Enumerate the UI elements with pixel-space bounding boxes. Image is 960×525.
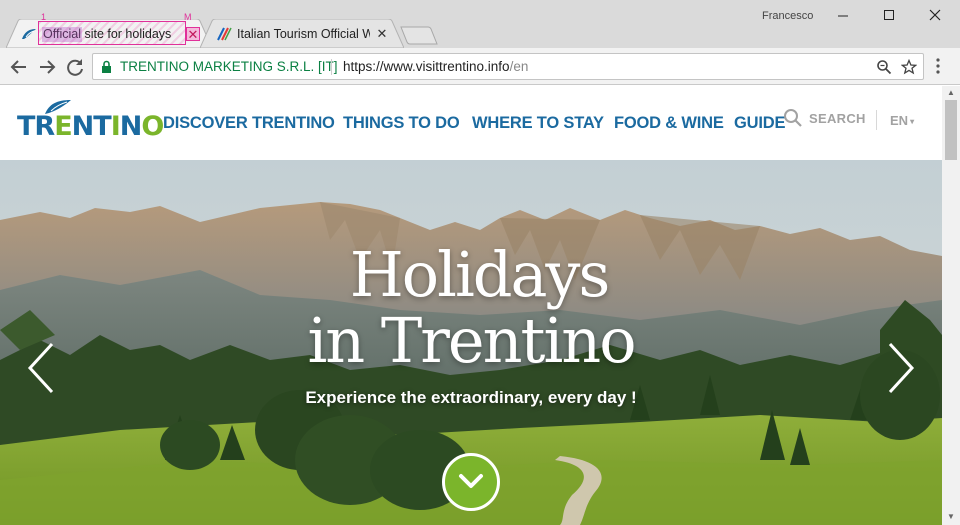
search-label: SEARCH (809, 111, 866, 126)
nav-food-wine[interactable]: FOOD & WINE (614, 114, 724, 133)
scroll-up-arrow-icon[interactable]: ▲ (947, 88, 955, 97)
logo-letter: N (71, 111, 95, 142)
new-tab-button[interactable] (400, 26, 438, 45)
scrollbar-thumb[interactable] (945, 100, 957, 160)
address-separator (331, 59, 332, 75)
chevron-left-icon[interactable] (26, 340, 56, 396)
italia-favicon-icon (217, 27, 232, 41)
word-highlight (42, 27, 82, 42)
logo-letter: T (17, 111, 35, 142)
hero-slider: Holidays in Trentino Experience the extr… (0, 160, 942, 525)
site-identity[interactable]: TRENTINO MARKETING S.R.L. [IT] (120, 59, 338, 74)
hero-title-line2: in Trentino (307, 304, 636, 377)
nav-guide[interactable]: GUIDE (734, 114, 785, 133)
search-button[interactable]: SEARCH (783, 108, 865, 133)
lock-icon (102, 60, 111, 73)
reload-icon[interactable] (64, 56, 86, 78)
url-text[interactable]: https://www.visittrentino.info/en (343, 59, 528, 74)
chevron-right-icon[interactable] (886, 340, 916, 396)
chevron-down-icon (459, 474, 483, 488)
close-window-button[interactable] (912, 0, 958, 30)
search-icon (784, 109, 802, 127)
hero-subtitle: Experience the extraordinary, every day … (305, 388, 637, 407)
minimize-icon (838, 15, 848, 17)
address-bar[interactable]: TRENTINO MARKETING S.R.L. [IT] https://w… (92, 53, 924, 80)
bookmark-star-icon[interactable] (901, 59, 917, 75)
maximize-button[interactable] (866, 0, 912, 30)
logo-letter: E (54, 111, 72, 142)
page-scrollbar[interactable]: ▲ ▼ (942, 86, 960, 525)
url-path: /en (509, 59, 529, 74)
tab-italia[interactable]: Italian Tourism Official We ✕ (200, 19, 404, 48)
hero-title-line1: Holidays (349, 238, 611, 311)
forward-arrow-icon[interactable] (36, 56, 58, 78)
maximize-icon (884, 10, 894, 20)
tab-close-icon[interactable]: ✕ (186, 27, 200, 42)
url-host: https://www.visittrentino.info (343, 59, 510, 74)
scroll-down-arrow-icon[interactable]: ▼ (947, 512, 955, 521)
language-selector[interactable]: EN ▾ (890, 113, 914, 128)
profile-name[interactable]: Francesco (762, 10, 813, 22)
more-menu-icon[interactable] (936, 58, 940, 74)
web-page: TRENTINO DISCOVER TRENTINO THINGS TO DO … (0, 86, 942, 525)
automation-badge-right: M (184, 12, 192, 22)
trentino-logo[interactable]: TRENTINO (17, 98, 164, 146)
logo-text: TRENTINO (17, 111, 164, 142)
tab-close-icon[interactable]: ✕ (375, 27, 389, 41)
close-icon (929, 9, 941, 21)
tab-visittrentino[interactable]: 1 M Official site for holidays i ✕ (6, 12, 212, 48)
logo-letter: I (110, 111, 121, 142)
logo-letter: T (93, 111, 111, 142)
nav-discover-trentino[interactable]: DISCOVER TRENTINO (163, 114, 335, 133)
browser-titlebar: 1 M Official site for holidays i ✕ Itali… (0, 0, 960, 48)
nav-things-to-do[interactable]: THINGS TO DO (343, 114, 460, 133)
browser-toolbar: TRENTINO MARKETING S.R.L. [IT] https://w… (0, 48, 960, 85)
site-header: TRENTINO DISCOVER TRENTINO THINGS TO DO … (0, 86, 942, 160)
trentino-favicon-icon (22, 29, 36, 39)
logo-letter: N (119, 111, 143, 142)
zoom-icon[interactable] (876, 59, 892, 75)
language-code: EN (890, 113, 909, 128)
logo-letter: R (34, 111, 55, 142)
logo-letter: O (141, 111, 164, 142)
tab-title: Italian Tourism Official We (237, 27, 370, 41)
back-arrow-icon[interactable] (8, 56, 30, 78)
automation-badge-left: 1 (41, 12, 47, 22)
header-divider (876, 110, 877, 130)
scroll-down-button[interactable] (442, 453, 500, 511)
chevron-down-icon: ▾ (910, 117, 915, 126)
minimize-button[interactable] (820, 0, 866, 30)
nav-where-to-stay[interactable]: WHERE TO STAY (472, 114, 604, 133)
